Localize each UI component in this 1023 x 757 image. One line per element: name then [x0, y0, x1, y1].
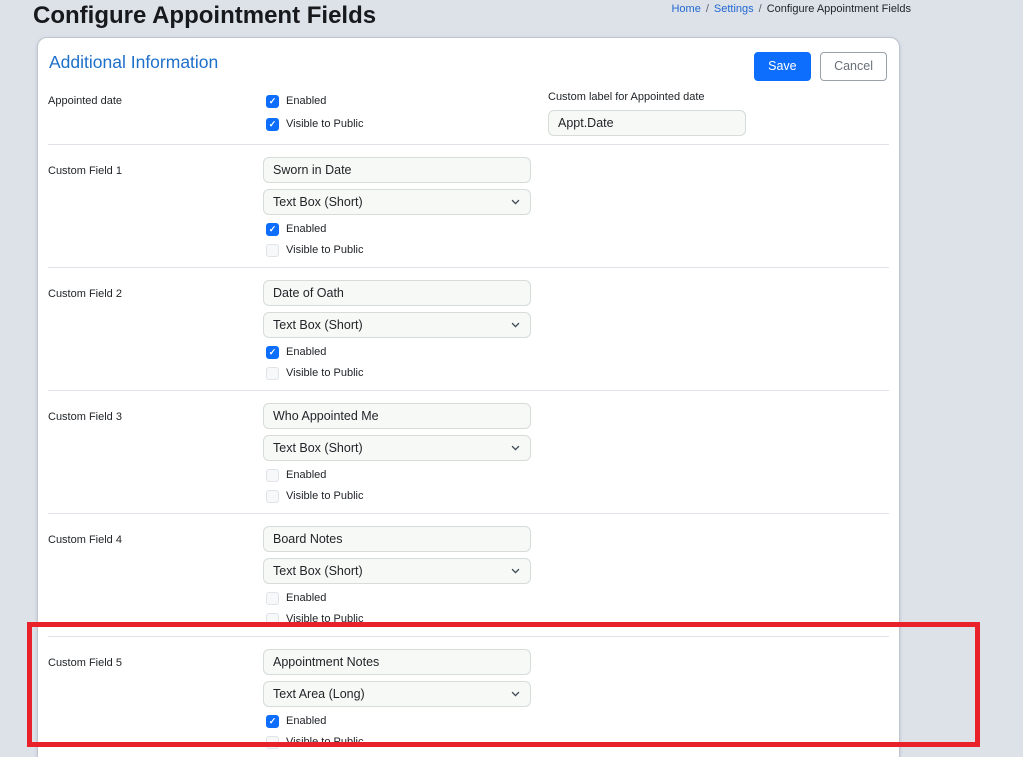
- enabled-option: ✓ Enabled: [266, 222, 531, 236]
- visible-option: ✓ Visible to Public: [266, 243, 531, 257]
- visible-to-public-checkbox[interactable]: ✓: [266, 117, 279, 131]
- visible-option: ✓ Visible to Public: [266, 117, 531, 131]
- breadcrumb-separator: /: [705, 3, 709, 15]
- enabled-label: Enabled: [286, 592, 327, 604]
- visible-to-public-checkbox[interactable]: ✓: [266, 366, 279, 380]
- visible-to-public-label: Visible to Public: [286, 613, 364, 625]
- visible-to-public-checkbox[interactable]: ✓: [266, 735, 279, 749]
- enabled-option: ✓ Enabled: [266, 591, 531, 605]
- chevron-down-icon: [511, 322, 520, 328]
- field-type-value: Text Box (Short): [273, 563, 363, 578]
- check-icon: ✓: [268, 223, 277, 234]
- chevron-down-icon: [511, 691, 520, 697]
- custom-label-group: Custom label for Appointed date: [548, 91, 746, 136]
- field-type-value: Text Area (Long): [273, 686, 365, 701]
- chevron-down-icon: [511, 199, 520, 205]
- field-name-input[interactable]: [263, 279, 531, 306]
- field-type-select[interactable]: Text Box (Short): [263, 311, 531, 338]
- field-controls: Text Box (Short) ✓ Enabled ✓ Visible to …: [263, 402, 531, 503]
- field-controls: Text Box (Short) ✓ Enabled ✓ Visible to …: [263, 279, 531, 380]
- visible-to-public-label: Visible to Public: [286, 736, 364, 748]
- breadcrumb-link-home[interactable]: Home: [671, 3, 700, 15]
- configure-fields-card: Additional Information Save Cancel Appoi…: [37, 37, 900, 757]
- field-label: Custom Field 1: [48, 164, 122, 177]
- visible-to-public-checkbox[interactable]: ✓: [266, 612, 279, 626]
- breadcrumb-link-settings[interactable]: Settings: [714, 3, 754, 15]
- visible-option: ✓ Visible to Public: [266, 612, 531, 626]
- chevron-down-icon: [511, 568, 520, 574]
- appointed-date-options: ✓ Enabled ✓ Visible to Public: [263, 91, 531, 136]
- field-label: Custom Field 2: [48, 287, 122, 300]
- custom-label-caption: Custom label for Appointed date: [548, 90, 705, 103]
- custom-field-row-5: Custom Field 5 Text Area (Long) ✓ Enable…: [48, 637, 889, 757]
- field-label: Custom Field 5: [48, 656, 122, 669]
- check-icon: ✓: [268, 715, 277, 726]
- field-name-input[interactable]: [263, 648, 531, 675]
- breadcrumb-current: Configure Appointment Fields: [766, 3, 911, 15]
- save-button[interactable]: Save: [754, 52, 811, 81]
- enabled-label: Enabled: [286, 346, 327, 358]
- check-icon: ✓: [268, 118, 277, 129]
- enabled-label: Enabled: [286, 715, 327, 727]
- enabled-option: ✓ Enabled: [266, 345, 531, 359]
- enabled-label: Enabled: [286, 95, 327, 107]
- field-name-input[interactable]: [263, 402, 531, 429]
- enabled-checkbox[interactable]: ✓: [266, 345, 279, 359]
- field-name-input[interactable]: [263, 156, 531, 183]
- enabled-label: Enabled: [286, 469, 327, 481]
- field-name-input[interactable]: [263, 525, 531, 552]
- visible-to-public-label: Visible to Public: [286, 118, 364, 130]
- page-title: Configure Appointment Fields: [33, 2, 377, 29]
- visible-option: ✓ Visible to Public: [266, 735, 531, 749]
- check-icon: ✓: [268, 346, 277, 357]
- field-label: Custom Field 3: [48, 410, 122, 423]
- enabled-option: ✓ Enabled: [266, 94, 531, 108]
- field-type-value: Text Box (Short): [273, 317, 363, 332]
- breadcrumb-separator: /: [758, 3, 762, 15]
- enabled-checkbox[interactable]: ✓: [266, 222, 279, 236]
- enabled-checkbox[interactable]: ✓: [266, 714, 279, 728]
- custom-field-row-4: Custom Field 4 Text Box (Short) ✓ Enable…: [48, 514, 889, 636]
- field-type-select[interactable]: Text Box (Short): [263, 188, 531, 215]
- field-type-select[interactable]: Text Area (Long): [263, 680, 531, 707]
- field-type-select[interactable]: Text Box (Short): [263, 557, 531, 584]
- custom-field-row-3: Custom Field 3 Text Box (Short) ✓ Enable…: [48, 391, 889, 513]
- enabled-option: ✓ Enabled: [266, 714, 531, 728]
- custom-field-row-1: Custom Field 1 Text Box (Short) ✓ Enable…: [48, 145, 889, 267]
- visible-to-public-checkbox[interactable]: ✓: [266, 489, 279, 503]
- field-type-value: Text Box (Short): [273, 194, 363, 209]
- enabled-checkbox[interactable]: ✓: [266, 468, 279, 482]
- appointed-date-row: Appointed date ✓ Enabled ✓ Visible to Pu…: [48, 91, 889, 144]
- card-header: Additional Information Save Cancel: [48, 38, 889, 81]
- action-buttons: Save Cancel: [754, 52, 887, 81]
- visible-to-public-label: Visible to Public: [286, 367, 364, 379]
- custom-label-input[interactable]: [548, 109, 746, 136]
- visible-option: ✓ Visible to Public: [266, 366, 531, 380]
- custom-field-row-2: Custom Field 2 Text Box (Short) ✓ Enable…: [48, 268, 889, 390]
- field-label: Appointed date: [48, 94, 123, 107]
- visible-to-public-checkbox[interactable]: ✓: [266, 243, 279, 257]
- breadcrumb: Home / Settings / Configure Appointment Fiel…: [671, 3, 911, 15]
- field-controls: Text Box (Short) ✓ Enabled ✓ Visible to …: [263, 156, 531, 257]
- field-label: Custom Field 4: [48, 533, 122, 546]
- visible-to-public-label: Visible to Public: [286, 490, 364, 502]
- check-icon: ✓: [268, 95, 277, 106]
- enabled-checkbox[interactable]: ✓: [266, 94, 279, 108]
- enabled-checkbox[interactable]: ✓: [266, 591, 279, 605]
- field-controls: Text Box (Short) ✓ Enabled ✓ Visible to …: [263, 525, 531, 626]
- enabled-option: ✓ Enabled: [266, 468, 531, 482]
- section-title: Additional Information: [49, 52, 219, 72]
- visible-option: ✓ Visible to Public: [266, 489, 531, 503]
- field-type-value: Text Box (Short): [273, 440, 363, 455]
- field-controls: Text Area (Long) ✓ Enabled ✓ Visible to …: [263, 648, 531, 749]
- visible-to-public-label: Visible to Public: [286, 244, 364, 256]
- enabled-label: Enabled: [286, 223, 327, 235]
- chevron-down-icon: [511, 445, 520, 451]
- field-type-select[interactable]: Text Box (Short): [263, 434, 531, 461]
- cancel-button[interactable]: Cancel: [820, 52, 887, 81]
